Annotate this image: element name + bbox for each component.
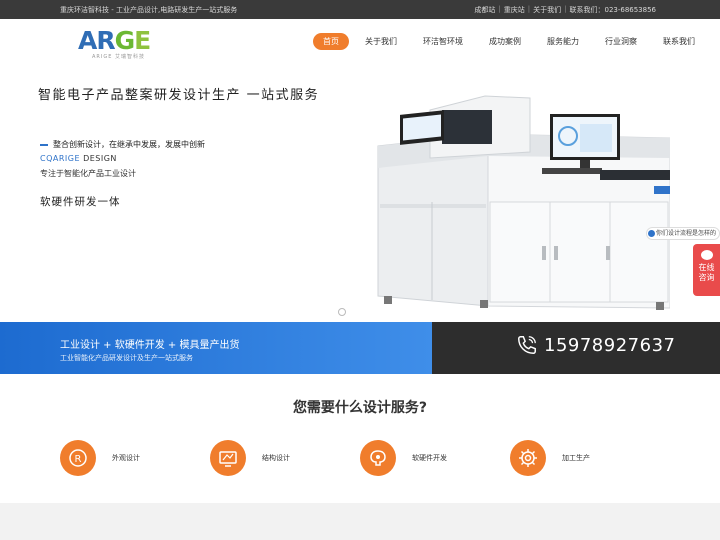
service-structure[interactable]: 结构设计 — [210, 440, 290, 476]
site-header: ARGE ARIGE 艾瑞智科技 首页 关于我们 环洁智环境 成功案例 服务能力… — [0, 19, 720, 64]
logo[interactable]: ARGE ARIGE 艾瑞智科技 — [78, 26, 158, 61]
service-label: 外观设计 — [112, 454, 140, 462]
top-link-chongqing[interactable]: 重庆站 — [504, 5, 525, 15]
phone-icon — [518, 336, 536, 354]
svg-text:R: R — [75, 454, 82, 465]
nav-contact[interactable]: 联系我们 — [653, 33, 705, 50]
phone-band: 15978927637 — [432, 322, 720, 374]
hero-line1: 整合创新设计，在继承中发展，发展中创新 — [40, 139, 205, 150]
phone-number[interactable]: 15978927637 — [544, 335, 675, 356]
footer-strip — [0, 503, 720, 540]
chat-bubble-icon — [700, 250, 713, 260]
nav-environment[interactable]: 环洁智环境 — [413, 33, 473, 50]
service-band: 工业设计 + 软硬件开发 + 模具量产出货 工业智能化产品研发设计及生产一站式服… — [0, 322, 432, 374]
logo-text: ARGE — [78, 26, 151, 55]
service-label: 结构设计 — [262, 454, 290, 462]
chat-tip[interactable]: 你们设计流程是怎样的 — [646, 227, 720, 240]
hero-headline: 智能电子产品整案研发设计生产 一站式服务 — [38, 88, 320, 103]
analyzer-machine-image — [377, 95, 670, 310]
hero-banner: 智能电子产品整案研发设计生产 一站式服务 整合创新设计，在继承中发展，发展中创新… — [0, 64, 720, 322]
service-label: 软硬件开发 — [412, 454, 447, 462]
service-software[interactable]: 软硬件开发 — [360, 440, 447, 476]
online-consult-button[interactable]: 在线 咨询 — [693, 244, 720, 296]
software-hardware-icon — [360, 440, 396, 476]
services-title: 您需要什么设计服务? — [292, 400, 428, 416]
nav-about[interactable]: 关于我们 — [355, 33, 407, 50]
structure-design-icon — [210, 440, 246, 476]
top-bar: 重庆环洁智科技 - 工业产品设计,电路研发生产一站式服务 成都站 | 重庆站 |… — [0, 0, 720, 19]
top-link-chengdu[interactable]: 成都站 — [474, 5, 495, 15]
top-links: 成都站 | 重庆站 | 关于我们 | 联系我们：023-68653856 — [474, 5, 656, 15]
hero-line2: CQARIGE DESIGN — [40, 154, 117, 163]
main-nav: 首页 关于我们 环洁智环境 成功案例 服务能力 行业洞察 联系我们 — [313, 33, 711, 50]
carousel-dot[interactable] — [338, 308, 346, 316]
top-link-about[interactable]: 关于我们 — [533, 5, 561, 15]
top-contact: 联系我们：023-68653856 — [569, 6, 656, 14]
service-appearance[interactable]: R 外观设计 — [60, 440, 140, 476]
chat-icon — [648, 230, 655, 237]
logo-sub: ARIGE 艾瑞智科技 — [92, 54, 145, 60]
manufacturing-icon — [510, 440, 546, 476]
hero-line4: 软硬件研发一体 — [40, 196, 121, 208]
nav-services[interactable]: 服务能力 — [537, 33, 589, 50]
band-subtitle: 工业智能化产品研发设计及生产一站式服务 — [60, 354, 193, 362]
nav-insights[interactable]: 行业洞察 — [595, 33, 647, 50]
service-label: 加工生产 — [562, 454, 590, 462]
nav-cases[interactable]: 成功案例 — [479, 33, 531, 50]
nav-home[interactable]: 首页 — [313, 33, 349, 50]
appearance-design-icon: R — [60, 440, 96, 476]
band-title: 工业设计 + 软硬件开发 + 模具量产出货 — [60, 340, 240, 351]
top-tagline: 重庆环洁智科技 - 工业产品设计,电路研发生产一站式服务 — [60, 6, 238, 14]
hero-line3: 专注于智能化产品工业设计 — [40, 169, 136, 178]
services-list: R 外观设计 结构设计 软硬件开发 加工生产 — [0, 440, 720, 480]
service-manufacturing[interactable]: 加工生产 — [510, 440, 590, 476]
